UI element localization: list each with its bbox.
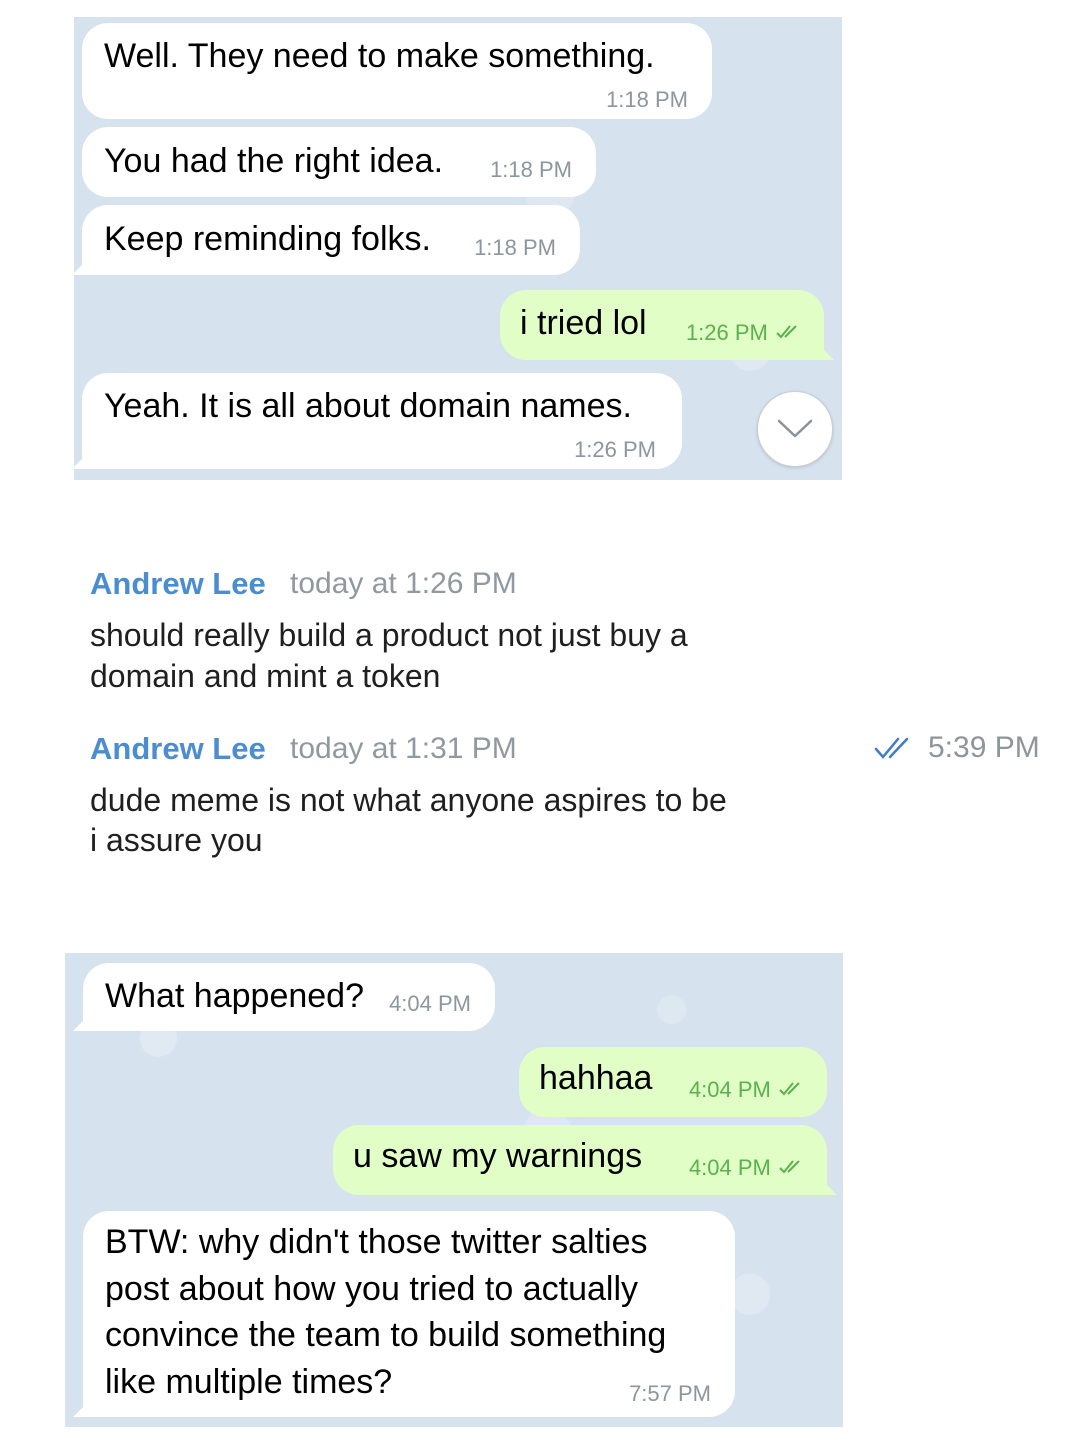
message-time: 1:18 PM [474, 235, 556, 260]
message-bubble-outgoing[interactable]: i tried lol 1:26 PM [500, 290, 824, 360]
message-text: hahhaa [539, 1059, 653, 1097]
post-text-line: dude meme is not what anyone aspires to … [90, 782, 727, 818]
scroll-down-button[interactable] [757, 391, 833, 467]
message-text: Yeah. It is all about domain names. [104, 387, 632, 425]
message-time: 4:04 PM [689, 1157, 805, 1179]
message-text: u saw my warnings [353, 1137, 643, 1175]
message-time-text: 4:04 PM [688, 1155, 771, 1180]
message-text: What happened? [105, 977, 364, 1015]
double-check-icon [779, 1160, 800, 1174]
message-bubble[interactable]: BTW: why didn't those twitter salties po… [83, 1211, 735, 1417]
message-bubble[interactable]: Well. They need to make something. 1:18 … [82, 23, 712, 119]
chat-screenshot-bottom: What happened? 4:04 PM hahhaa 4:04 PM u … [65, 953, 843, 1427]
sent-status: 5:39 PM [874, 731, 1040, 765]
double-check-icon [779, 1082, 800, 1096]
message-bubble[interactable]: What happened? 4:04 PM [83, 963, 495, 1031]
message-text: i tried lol [520, 304, 647, 342]
message-text-line: post about how you tried to actually [105, 1270, 638, 1308]
message-bubble[interactable]: Keep reminding folks. 1:18 PM [82, 205, 580, 275]
message-text: Keep reminding folks. [104, 220, 431, 258]
message-bubble-outgoing[interactable]: u saw my warnings 4:04 PM [333, 1125, 827, 1195]
message-time: 1:18 PM [490, 157, 572, 182]
chat-screenshot-top: Well. They need to make something. 1:18 … [74, 17, 842, 480]
message-time: 4:04 PM [389, 991, 471, 1016]
post-timestamp: today at 1:31 PM [290, 732, 517, 765]
message-bubble[interactable]: Yeah. It is all about domain names. 1:26… [82, 373, 682, 469]
double-check-icon [874, 737, 909, 759]
message-time: 1:26 PM [574, 437, 656, 462]
author-name[interactable]: Andrew Lee [90, 566, 266, 602]
message-text-line: convince the team to build something [105, 1316, 667, 1354]
post-text-line: i assure you [90, 822, 263, 858]
message-time-text: 4:04 PM [688, 1077, 771, 1102]
message-text-line: BTW: why didn't those twitter salties [105, 1223, 648, 1261]
post-timestamp: today at 1:26 PM [290, 567, 517, 600]
message-bubble[interactable]: You had the right idea. 1:18 PM [82, 127, 596, 197]
message-time: 1:26 PM [686, 322, 802, 344]
post-text-line: should really build a product not just b… [90, 617, 688, 653]
post-text-line: domain and mint a token [90, 658, 441, 694]
sent-time: 5:39 PM [928, 731, 1040, 764]
message-time: 1:18 PM [606, 87, 688, 112]
message-time: 7:57 PM [629, 1381, 711, 1406]
message-bubble-outgoing[interactable]: hahhaa 4:04 PM [519, 1047, 827, 1117]
author-name[interactable]: Andrew Lee [90, 731, 266, 767]
message-time-text: 1:26 PM [685, 320, 768, 345]
chevron-down-icon [777, 419, 813, 438]
message-text-line: like multiple times? [105, 1363, 393, 1401]
double-check-icon [776, 325, 797, 339]
message-text: Well. They need to make something. [104, 37, 655, 75]
message-time: 4:04 PM [689, 1079, 805, 1101]
message-text: You had the right idea. [104, 142, 444, 180]
